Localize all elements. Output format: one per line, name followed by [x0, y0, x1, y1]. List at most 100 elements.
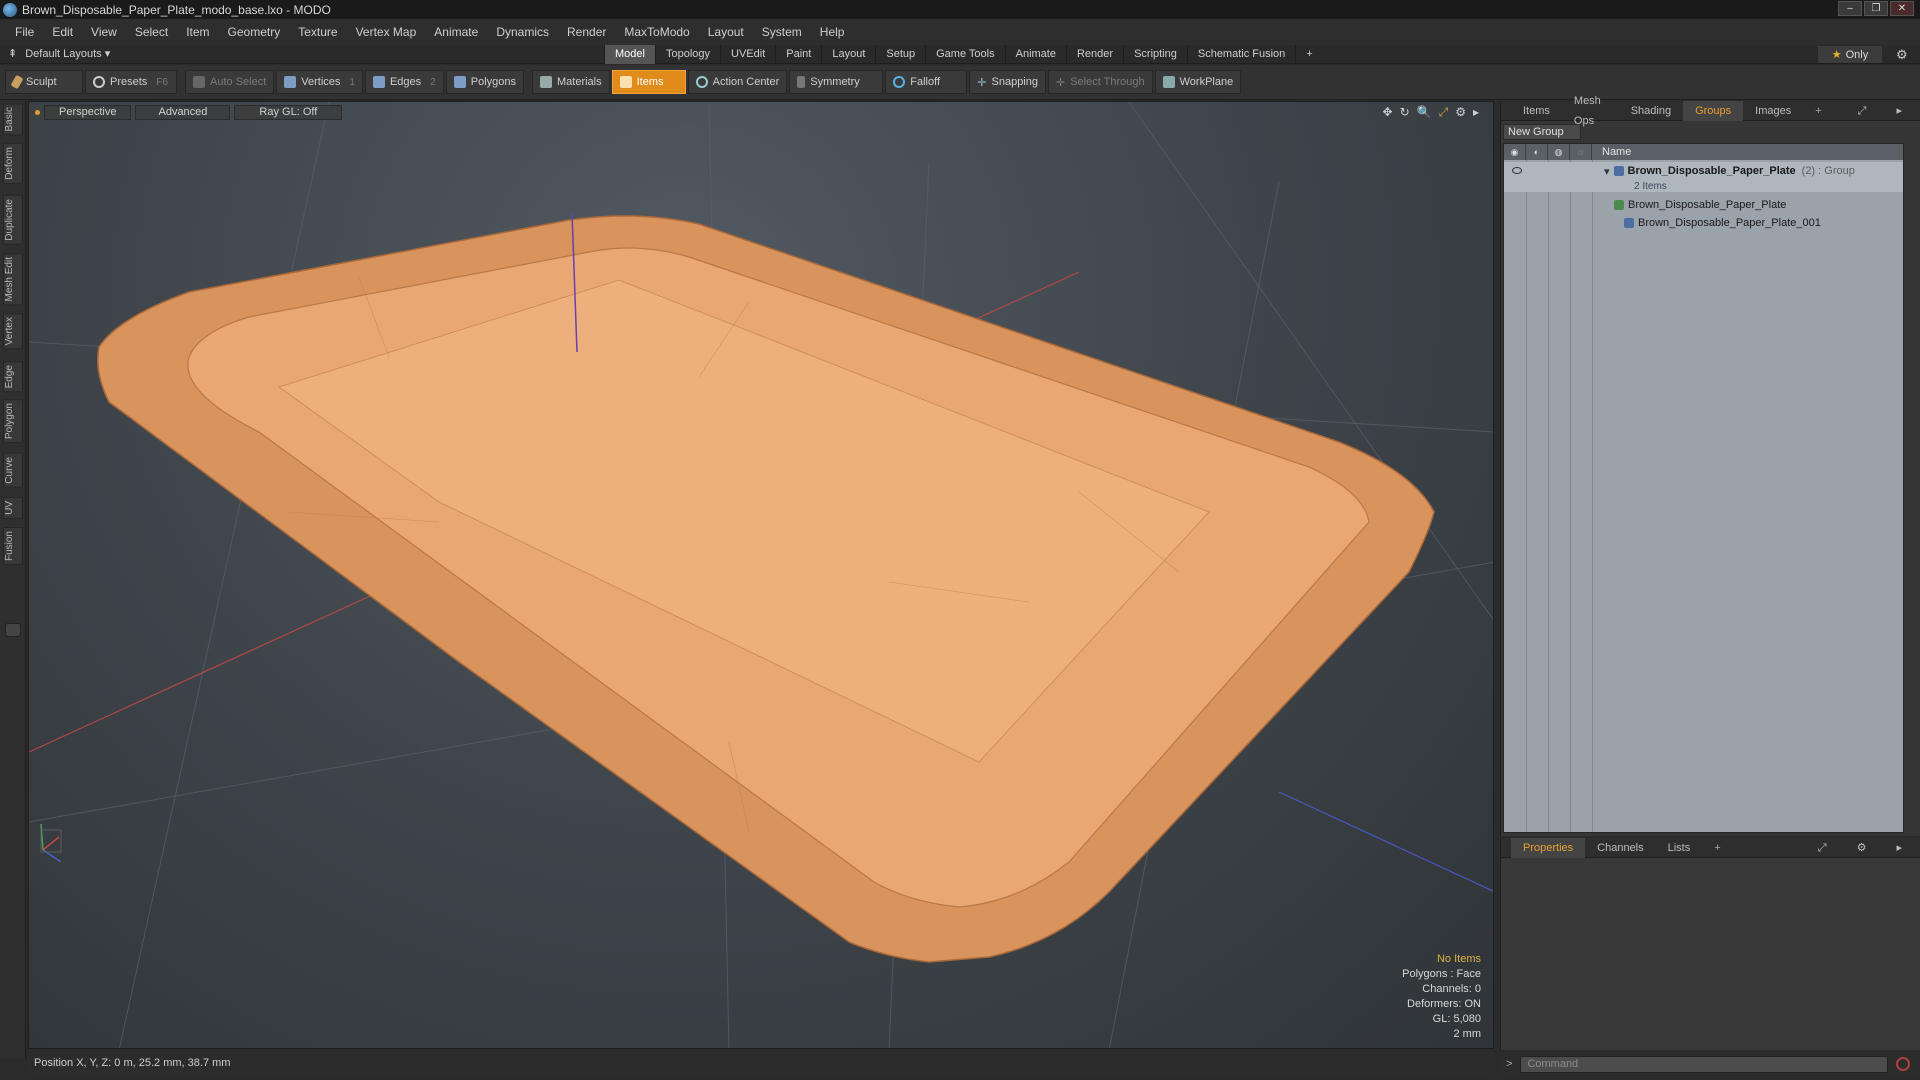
tree-item-row[interactable]: Brown_Disposable_Paper_Plate_001	[1504, 214, 1903, 232]
render-column-icon[interactable]: ◐	[1526, 144, 1548, 160]
tab-properties[interactable]: Properties	[1511, 837, 1586, 858]
tab-items[interactable]: Items	[1511, 101, 1562, 121]
tab-setup[interactable]: Setup	[875, 45, 925, 64]
menu-texture[interactable]: Texture	[289, 25, 346, 39]
vtab-fusion[interactable]: Fusion	[3, 527, 23, 566]
tab-channels[interactable]: Channels	[1585, 838, 1655, 858]
tab-shading[interactable]: Shading	[1619, 101, 1683, 121]
group-expand-icon[interactable]: ▾	[1604, 165, 1610, 178]
falloff-button[interactable]: Falloff	[885, 70, 968, 94]
menu-dynamics[interactable]: Dynamics	[487, 25, 558, 39]
pan-icon[interactable]: ✥	[1383, 105, 1393, 120]
tab-scripting[interactable]: Scripting	[1123, 45, 1187, 64]
tab-model[interactable]: Model	[604, 45, 655, 64]
menu-animate[interactable]: Animate	[425, 25, 487, 39]
tab-render[interactable]: Render	[1065, 45, 1123, 64]
only-toggle[interactable]: ★ Only	[1818, 46, 1882, 63]
select-through-button[interactable]: ✛ Select Through	[1048, 70, 1153, 94]
layouts-dropdown[interactable]: ⇞ Default Layouts ▾	[8, 47, 110, 60]
shading-dropdown[interactable]: Advanced	[135, 104, 231, 120]
view-mode-dropdown[interactable]: Perspective	[44, 104, 132, 120]
zoom-icon[interactable]: 🔍	[1417, 105, 1432, 120]
lock-column-icon[interactable]: ◍	[1548, 144, 1570, 160]
menu-vertex-map[interactable]: Vertex Map	[347, 25, 426, 39]
panel-maximize-icon[interactable]: ⤢	[1846, 101, 1879, 121]
auto-select-button[interactable]: Auto Select	[185, 70, 275, 94]
properties-gear-icon[interactable]: ⚙	[1845, 838, 1879, 858]
vtab-edge[interactable]: Edge	[3, 361, 23, 393]
3d-viewport[interactable]: Perspective Advanced Ray GL: Off ✥ ↻ 🔍 ⤢…	[28, 101, 1494, 1049]
workplane-label: WorkPlane	[1179, 76, 1234, 88]
menu-select[interactable]: Select	[126, 25, 177, 39]
add-panel-tab-button[interactable]: +	[1803, 101, 1833, 121]
menu-geometry[interactable]: Geometry	[219, 25, 290, 39]
items-button[interactable]: Items	[611, 70, 686, 94]
command-record-icon[interactable]	[1896, 1057, 1911, 1071]
presets-button[interactable]: Presets F6	[85, 70, 177, 94]
vtab-vertex[interactable]: Vertex	[3, 313, 23, 350]
tab-lists[interactable]: Lists	[1656, 838, 1703, 858]
polygons-button[interactable]: Polygons	[445, 70, 524, 94]
tool-strip-toggle-icon[interactable]	[5, 623, 21, 637]
tab-schematic-fusion[interactable]: Schematic Fusion	[1186, 45, 1295, 64]
workplane-button[interactable]: WorkPlane	[1154, 70, 1242, 94]
properties-expand-icon[interactable]: ▸	[1884, 838, 1914, 858]
rotate-icon[interactable]: ↻	[1400, 105, 1410, 120]
command-input[interactable]: Command	[1520, 1055, 1889, 1073]
menu-system[interactable]: System	[753, 25, 811, 39]
vtab-duplicate[interactable]: Duplicate	[3, 195, 23, 245]
add-properties-tab-button[interactable]: +	[1702, 838, 1732, 858]
minimize-button[interactable]: –	[1838, 1, 1862, 16]
tab-uvedit[interactable]: UVEdit	[720, 45, 775, 64]
menu-render[interactable]: Render	[558, 25, 615, 39]
action-center-button[interactable]: Action Center	[687, 70, 788, 94]
layout-settings-gear-icon[interactable]: ⚙	[1896, 47, 1908, 63]
vtab-polygon[interactable]: Polygon	[3, 399, 23, 444]
group-visibility-eye-icon[interactable]	[1512, 167, 1522, 174]
tab-topology[interactable]: Topology	[654, 45, 720, 64]
no-items-label: No Items	[1436, 953, 1481, 965]
menu-help[interactable]: Help	[811, 25, 854, 39]
vtab-uv[interactable]: UV	[3, 497, 23, 519]
restore-button[interactable]: ❐	[1864, 1, 1888, 16]
vertices-button[interactable]: Vertices 1	[276, 70, 363, 94]
select-column-icon[interactable]: ◌	[1570, 144, 1592, 160]
materials-button[interactable]: Materials	[532, 70, 610, 94]
vtab-curve[interactable]: Curve	[3, 453, 23, 488]
vtab-deform[interactable]: Deform	[3, 143, 23, 184]
viewport-menu-icon[interactable]	[35, 109, 40, 115]
add-tab-button[interactable]: +	[1295, 45, 1322, 64]
tab-layout[interactable]: Layout	[821, 45, 875, 64]
tab-game-tools[interactable]: Game Tools	[925, 45, 1005, 64]
sculpt-button[interactable]: Sculpt	[5, 70, 83, 94]
edges-button[interactable]: Edges 2	[364, 70, 444, 94]
snapping-button[interactable]: ✛ Snapping	[969, 70, 1046, 94]
tab-animate[interactable]: Animate	[1004, 45, 1066, 64]
tab-images[interactable]: Images	[1743, 101, 1803, 121]
tree-item-row[interactable]: Brown_Disposable_Paper_Plate	[1504, 196, 1903, 214]
close-button[interactable]: ✕	[1890, 1, 1914, 16]
menu-maxtomodo[interactable]: MaxToModo	[615, 25, 698, 39]
tab-paint[interactable]: Paint	[775, 45, 821, 64]
menu-view[interactable]: View	[82, 25, 126, 39]
properties-maximize-icon[interactable]: ⤢	[1806, 838, 1839, 858]
maximize-icon[interactable]: ⤢	[1439, 105, 1449, 120]
menu-edit[interactable]: Edit	[43, 25, 82, 39]
viewport-settings-gear-icon[interactable]: ⚙	[1455, 105, 1466, 120]
viewport-expand-icon[interactable]: ▸	[1473, 105, 1479, 120]
name-column-header[interactable]: Name	[1592, 146, 1631, 158]
panel-expand-icon[interactable]: ▸	[1884, 101, 1914, 121]
tab-mesh-ops[interactable]: Mesh Ops	[1562, 91, 1619, 131]
menu-layout[interactable]: Layout	[699, 25, 753, 39]
vtab-basic[interactable]: Basic	[3, 103, 23, 136]
symmetry-button[interactable]: Symmetry	[789, 70, 884, 94]
visibility-column-icon[interactable]: ◉	[1504, 144, 1526, 160]
tab-groups[interactable]: Groups	[1683, 100, 1744, 121]
polygons-label: Polygons	[470, 76, 516, 88]
group-row[interactable]: ▾ Brown_Disposable_Paper_Plate (2) : Gro…	[1504, 162, 1903, 180]
status-bar: Position X, Y, Z: 0 m, 25.2 mm, 38.7 mm	[28, 1051, 1494, 1075]
menu-item[interactable]: Item	[177, 25, 218, 39]
raygl-toggle[interactable]: Ray GL: Off	[234, 104, 343, 120]
menu-file[interactable]: File	[6, 25, 43, 39]
vtab-mesh-edit[interactable]: Mesh Edit	[3, 253, 23, 306]
